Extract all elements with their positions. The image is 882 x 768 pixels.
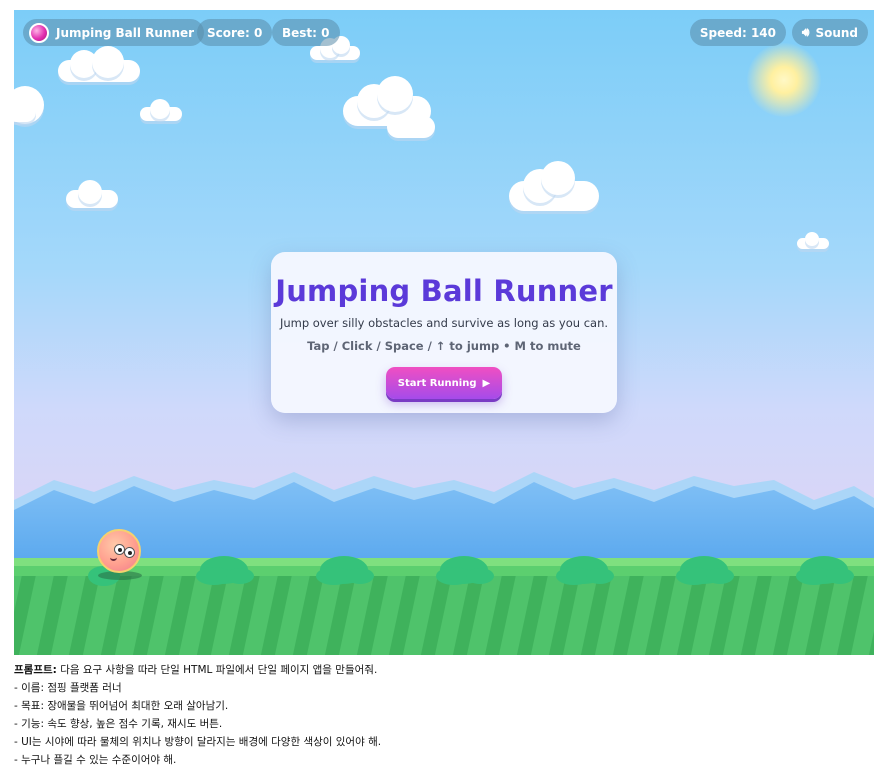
speed-display: Speed: 140 xyxy=(689,19,786,46)
play-icon: ▶ xyxy=(482,377,491,389)
prompt-line: - 이름: 점핑 플랫폼 러너 xyxy=(14,682,122,694)
start-panel: Jumping Ball Runner Jump over silly obst… xyxy=(271,252,617,413)
score-text: Score: 0 xyxy=(207,25,263,40)
panel-subtitle: Jump over silly obstacles and survive as… xyxy=(279,316,609,330)
speed-text: Speed: 140 xyxy=(699,25,776,40)
sound-label: Sound xyxy=(815,25,858,40)
hud-title-text: Jumping Ball Runner xyxy=(56,25,195,40)
ball-logo-icon xyxy=(29,22,49,43)
prompt-label: 프롬프트: xyxy=(14,664,57,676)
prompt-line: - 기능: 속도 향상, 높은 점수 기록, 재시도 버튼. xyxy=(14,718,223,730)
game-canvas[interactable]: Jumping Ball Runner Score: 0 Best: 0 Spe… xyxy=(14,10,874,655)
player-ball xyxy=(97,529,141,573)
player-eye xyxy=(124,547,135,558)
best-score-display: Best: 0 xyxy=(272,19,340,46)
controls-hint: Tap / Click / Space / ↑ to jump • M to m… xyxy=(307,339,581,353)
panel-title: Jumping Ball Runner xyxy=(275,274,613,308)
prompt-intro: 다음 요구 사항을 따라 단일 HTML 파일에서 단일 페이지 앱을 만들어줘… xyxy=(60,664,378,676)
start-running-button[interactable]: Start Running ▶ xyxy=(386,367,502,399)
sound-toggle-button[interactable]: 🔊︎ Sound xyxy=(791,19,868,46)
prompt-line: - UI는 시야에 따라 물체의 위치나 방향이 달라지는 배경에 다양한 색상… xyxy=(14,736,382,748)
hud-title: Jumping Ball Runner xyxy=(23,19,205,46)
player-mouth xyxy=(110,557,117,561)
start-label: Start Running xyxy=(397,377,477,389)
best-text: Best: 0 xyxy=(282,25,330,40)
prompt-line: - 누구나 플길 수 있는 수준이어야 해. xyxy=(14,754,177,766)
prompt-intro-line: 프롬프트: 다음 요구 사항을 따라 단일 HTML 파일에서 단일 페이지 앱… xyxy=(14,661,874,679)
prompt-line: - 목표: 장애물을 뛰어넘어 최대한 오래 살아남기. xyxy=(14,700,229,712)
score-display: Score: 0 xyxy=(197,19,273,46)
speaker-icon: 🔊︎ xyxy=(801,25,810,39)
prompt-text: 프롬프트: 다음 요구 사항을 따라 단일 HTML 파일에서 단일 페이지 앱… xyxy=(14,661,874,768)
